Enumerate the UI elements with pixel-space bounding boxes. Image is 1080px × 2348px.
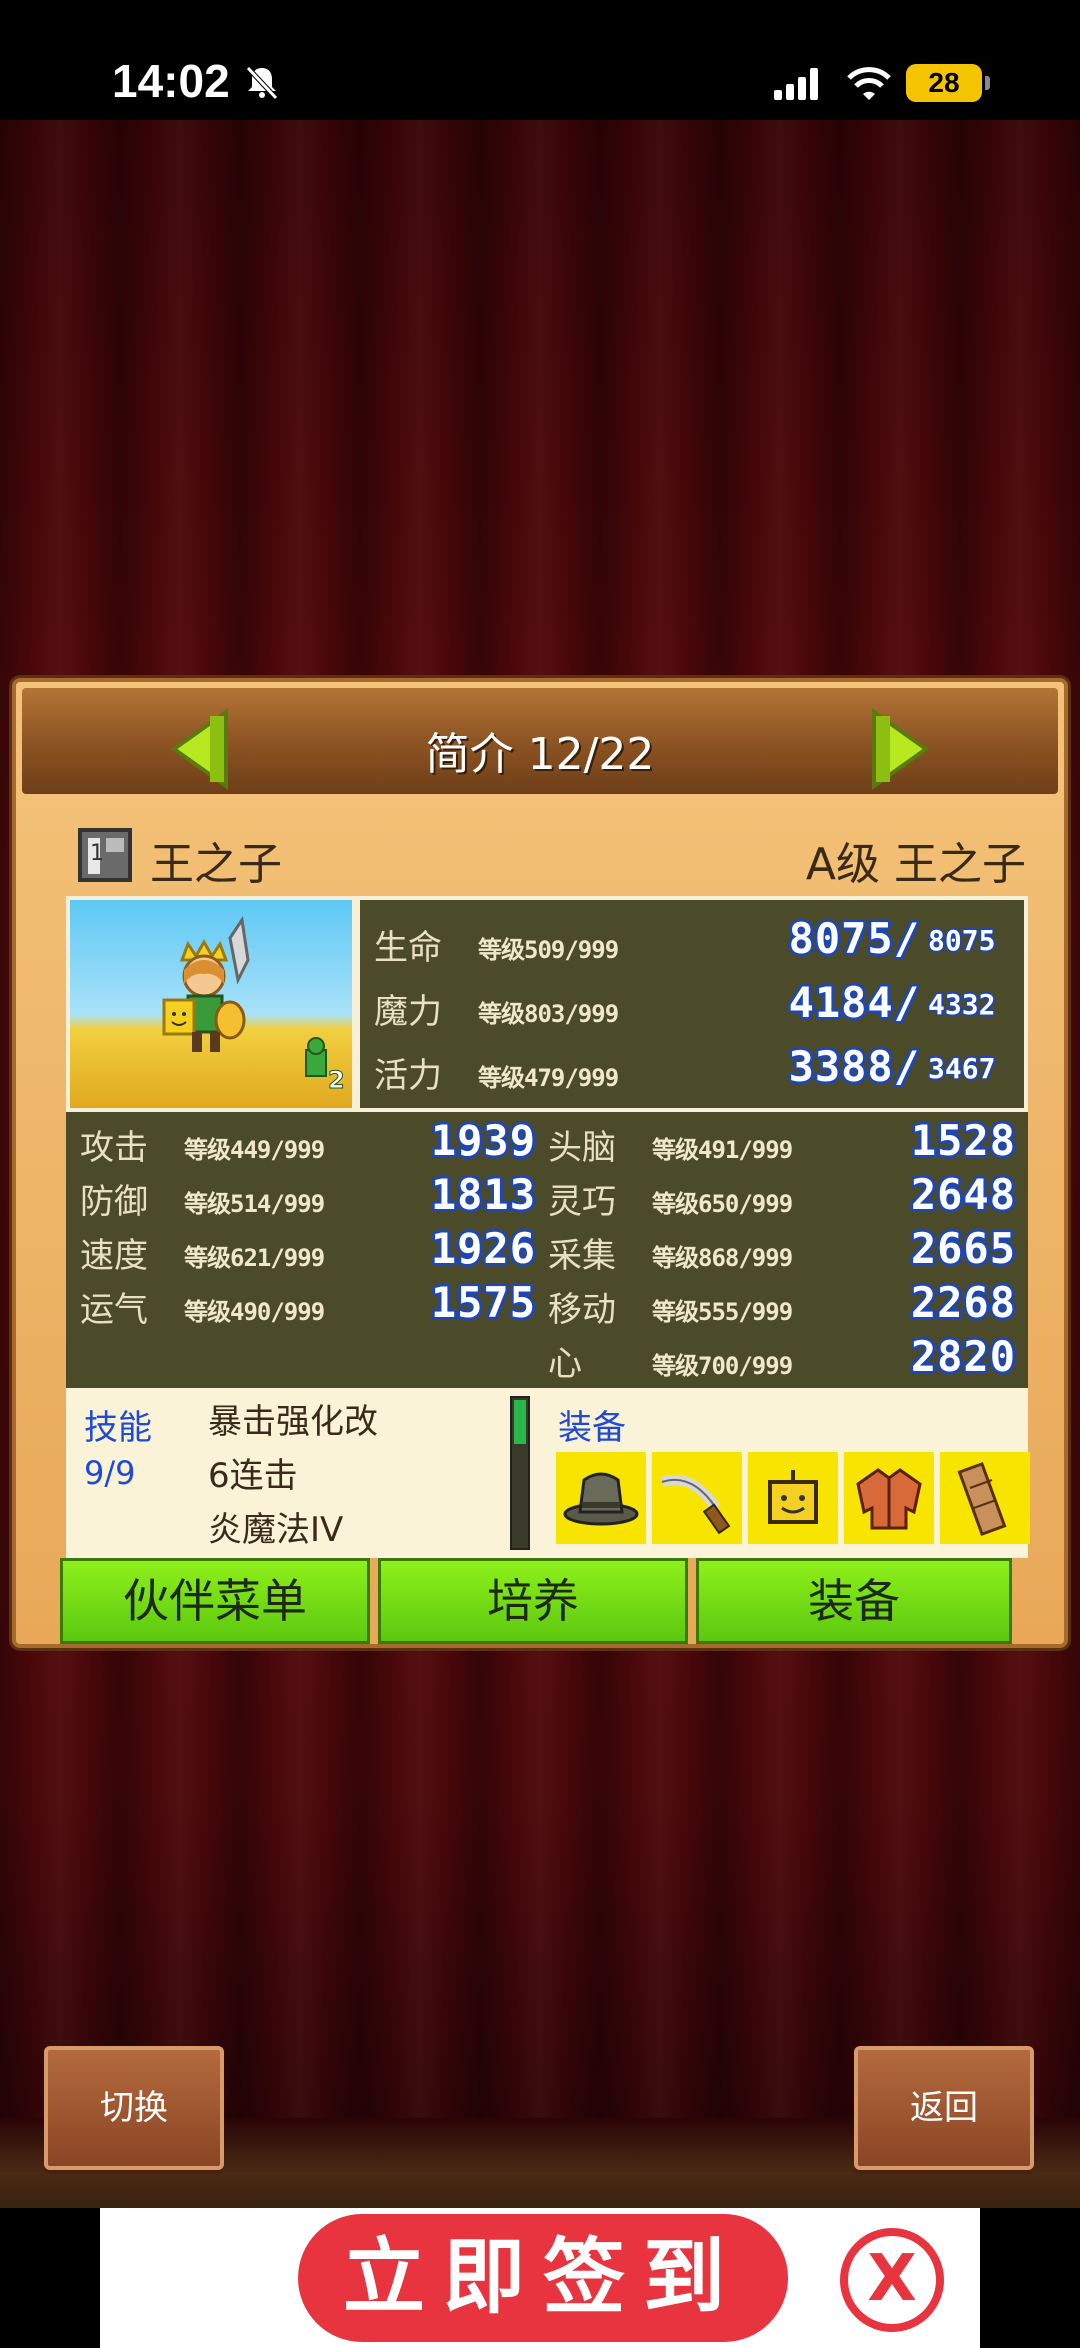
stat-value: 2820 — [910, 1332, 1016, 1381]
partner-count: 2 — [328, 1066, 345, 1094]
cellular-signal-icon — [774, 68, 818, 100]
equipment-slot[interactable] — [556, 1452, 646, 1544]
vital-value: 4184/ — [788, 978, 920, 1027]
status-bar: 14:02 28 — [0, 0, 1080, 120]
stat-value: 1813 — [430, 1170, 536, 1219]
hat-icon — [563, 1472, 639, 1526]
vital-level: 等级803/999 — [478, 1000, 619, 1028]
vital-value: 3388/ — [788, 1042, 920, 1091]
partner-menu-button[interactable]: 伙伴菜单 — [60, 1558, 370, 1644]
vital-max: 4332 — [928, 988, 996, 1021]
equipment-slot[interactable] — [844, 1452, 934, 1544]
vital-stats: 生命 等级509/999 8075/ 8075 魔力 等级803/999 418… — [356, 896, 1028, 1112]
vital-max: 3467 — [928, 1052, 996, 1085]
checkin-ad-button[interactable]: 立即签到 — [298, 2214, 788, 2342]
stat-label: 心 — [548, 1344, 582, 1384]
panel-header: 简介 12/22 — [22, 688, 1058, 794]
stat-label: 攻击 — [80, 1128, 148, 1168]
stat-level: 等级491/999 — [652, 1136, 793, 1164]
next-arrow-icon[interactable] — [870, 708, 930, 790]
back-button[interactable]: 返回 — [854, 2046, 1034, 2170]
building-icon: 1 — [78, 828, 132, 882]
character-rank: A级 王之子 — [805, 839, 1026, 890]
vital-level: 等级509/999 — [478, 936, 619, 964]
stat-label: 采集 — [548, 1236, 616, 1276]
stat-label: 速度 — [80, 1236, 148, 1276]
skill-item: 暴击强化改 — [208, 1402, 378, 1442]
stat-value: 1575 — [430, 1278, 536, 1327]
battery-indicator: 28 — [906, 64, 990, 102]
stat-level: 等级621/999 — [184, 1244, 325, 1272]
stat-value: 1939 — [430, 1116, 536, 1165]
ad-banner[interactable]: 立即签到 X — [100, 2208, 980, 2348]
equipment-title[interactable]: 装备 — [558, 1400, 626, 1449]
attribute-stats: 攻击 等级449/999 1939 防御 等级514/999 1813 速度 等… — [66, 1112, 1028, 1388]
action-buttons: 伙伴菜单 培养 装备 — [60, 1558, 1028, 1646]
skill-item: 6连击 — [208, 1456, 298, 1496]
stat-level: 等级449/999 — [184, 1136, 325, 1164]
equipment-slot[interactable] — [940, 1452, 1030, 1544]
svg-text:1: 1 — [90, 841, 104, 866]
name-row: 1 王之子 A级 王之子 — [76, 824, 1026, 890]
stat-label: 灵巧 — [548, 1182, 616, 1222]
stat-value: 2268 — [910, 1278, 1016, 1327]
skill-scroll-gauge[interactable] — [510, 1396, 530, 1550]
stat-label: 防御 — [80, 1182, 148, 1222]
character-name: 王之子 — [150, 839, 282, 890]
vital-value: 8075/ — [788, 914, 920, 963]
stat-value: 1528 — [910, 1116, 1016, 1165]
skill-item: 炎魔法IV — [208, 1510, 344, 1550]
stat-level: 等级700/999 — [652, 1352, 793, 1380]
vital-max: 8075 — [928, 924, 996, 957]
switch-button[interactable]: 切换 — [44, 2046, 224, 2170]
vital-label: 魔力 — [374, 992, 442, 1032]
wifi-icon — [847, 67, 891, 100]
stat-level: 等级650/999 — [652, 1190, 793, 1218]
equipment-slot[interactable] — [652, 1452, 742, 1544]
scroll-icon — [957, 1461, 1007, 1537]
bell-muted-icon — [246, 66, 278, 100]
armor-icon — [856, 1468, 922, 1530]
stat-label: 运气 — [80, 1290, 148, 1330]
character-portrait: 2 — [66, 896, 356, 1112]
stat-label: 头脑 — [548, 1128, 616, 1168]
gauge-fill — [514, 1400, 526, 1444]
equipment-slot[interactable] — [748, 1452, 838, 1544]
clock: 14:02 — [112, 55, 230, 107]
stat-level: 等级490/999 — [184, 1298, 325, 1326]
skills-count: 9/9 — [84, 1454, 136, 1492]
skills-title[interactable]: 技能 — [84, 1400, 152, 1449]
vital-label: 活力 — [374, 1056, 442, 1096]
stat-level: 等级868/999 — [652, 1244, 793, 1272]
king-son-sprite-icon: 2 — [162, 915, 345, 1095]
character-profile-panel: 简介 12/22 1 王之子 A级 王之子 2 生命 等级509/999 807… — [12, 678, 1068, 1648]
train-button[interactable]: 培养 — [378, 1558, 688, 1644]
accessory-icon — [768, 1470, 818, 1524]
skills-equipment-section: 技能 9/9 暴击强化改 6连击 炎魔法IV 装备 — [66, 1388, 1030, 1558]
sword-icon — [660, 1474, 731, 1535]
stat-value: 1926 — [430, 1224, 536, 1273]
equip-button[interactable]: 装备 — [696, 1558, 1012, 1644]
stat-value: 2665 — [910, 1224, 1016, 1273]
ad-close-button[interactable]: X — [840, 2228, 944, 2332]
vital-label: 生命 — [374, 928, 442, 968]
stat-level: 等级514/999 — [184, 1190, 325, 1218]
vital-level: 等级479/999 — [478, 1064, 619, 1092]
stat-label: 移动 — [548, 1290, 616, 1330]
stat-level: 等级555/999 — [652, 1298, 793, 1326]
stat-value: 2648 — [910, 1170, 1016, 1219]
